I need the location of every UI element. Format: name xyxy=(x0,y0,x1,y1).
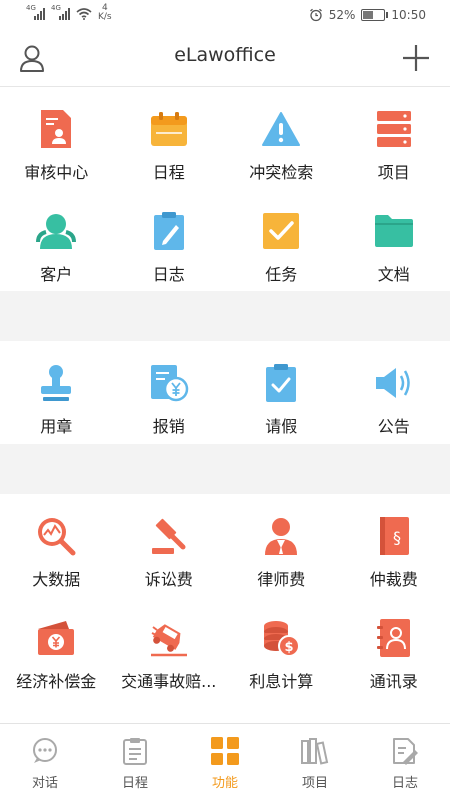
status-bar: 4G 4G 4 K/s 52% 10:50 xyxy=(0,0,450,30)
menu-item-label: 审核中心 xyxy=(24,159,88,183)
speed-unit: K/s xyxy=(98,13,112,22)
log-icon xyxy=(391,737,419,765)
page-title: eLawoffice xyxy=(0,44,450,66)
menu-item-label: 交通事故赔... xyxy=(121,668,216,692)
warning-triangle-icon xyxy=(262,111,300,147)
folder-icon xyxy=(374,214,414,248)
tab-label: 项目 xyxy=(302,772,328,791)
grid-icon xyxy=(210,736,240,766)
stamp-icon xyxy=(38,364,74,402)
bottom-tab-bar: 对话 日程 功能 项目 日志 xyxy=(0,723,450,801)
menu-item-label: 日程 xyxy=(153,159,185,183)
menu-item-label: 诉讼费 xyxy=(145,566,193,590)
books-icon xyxy=(300,737,330,765)
tab-label: 功能 xyxy=(212,772,238,791)
menu-item-documents[interactable]: 文档 xyxy=(338,189,450,291)
wifi-icon xyxy=(76,8,92,20)
menu-item-label: 仲裁费 xyxy=(370,566,418,590)
menu-item-tasks[interactable]: 任务 xyxy=(225,189,338,291)
section-divider xyxy=(0,291,450,341)
menu-item-label: 经济补偿金 xyxy=(16,668,96,692)
battery-percent: 52% xyxy=(329,8,356,22)
calendar-icon xyxy=(150,111,188,147)
gavel-icon xyxy=(149,517,189,555)
lawyer-icon xyxy=(263,516,299,556)
menu-item-label: 项目 xyxy=(378,159,410,183)
network-type-1: 4G xyxy=(26,4,36,12)
schedule-icon xyxy=(122,737,148,765)
menu-item-label: 日志 xyxy=(153,261,185,285)
plus-icon xyxy=(402,44,430,72)
checkbox-icon xyxy=(262,212,300,250)
menu-item-big-data[interactable]: 大数据 xyxy=(0,494,113,596)
address-book-icon xyxy=(376,618,412,658)
money-wallet-icon xyxy=(36,619,76,657)
tools-section: 大数据 诉讼费 律师费 § 仲裁费 xyxy=(0,494,450,723)
svg-text:§: § xyxy=(393,528,401,547)
menu-item-label: 请假 xyxy=(265,413,297,437)
tab-label: 对话 xyxy=(32,772,58,791)
menu-item-interest-calculation[interactable]: $ 利息计算 xyxy=(225,596,338,698)
alarm-icon xyxy=(309,8,323,22)
menu-item-address-book[interactable]: 通讯录 xyxy=(338,596,450,698)
menu-item-reimburse[interactable]: 报销 xyxy=(113,341,226,443)
menu-item-calendar[interactable]: 日程 xyxy=(113,87,226,189)
menu-item-label: 文档 xyxy=(378,261,410,285)
menu-item-label: 任务 xyxy=(265,261,297,285)
law-book-icon: § xyxy=(377,516,411,556)
menu-item-label: 利息计算 xyxy=(249,668,313,692)
battery-icon xyxy=(361,9,385,21)
menu-item-projects[interactable]: 项目 xyxy=(338,87,450,189)
network-type-2: 4G xyxy=(51,4,61,12)
data-search-icon xyxy=(36,516,76,556)
signal-icon: 4G xyxy=(26,8,45,20)
office-functions-section: 用章 报销 请假 公告 xyxy=(0,341,450,444)
menu-item-clients[interactable]: 客户 xyxy=(0,189,113,291)
signal-icon-2: 4G xyxy=(51,8,70,20)
tab-label: 日志 xyxy=(392,772,418,791)
menu-item-traffic-accident[interactable]: 交通事故赔... xyxy=(113,596,226,698)
server-stack-icon xyxy=(375,110,413,148)
app-header: eLawoffice xyxy=(0,30,450,87)
menu-item-economic-compensation[interactable]: 经济补偿金 xyxy=(0,596,113,698)
section-divider xyxy=(0,444,450,494)
menu-item-label: 通讯录 xyxy=(370,668,418,692)
reimburse-yen-icon xyxy=(149,363,189,403)
leave-clipboard-icon xyxy=(264,363,298,403)
menu-item-lawyer-fee[interactable]: 律师费 xyxy=(225,494,338,596)
menu-item-label: 大数据 xyxy=(32,566,80,590)
tab-functions[interactable]: 功能 xyxy=(180,724,270,801)
menu-item-leave[interactable]: 请假 xyxy=(225,341,338,443)
menu-item-label: 用章 xyxy=(40,413,72,437)
coins-icon: $ xyxy=(261,618,301,658)
clock-time: 10:50 xyxy=(391,8,426,22)
menu-item-label: 律师费 xyxy=(257,566,305,590)
tab-log[interactable]: 日志 xyxy=(360,724,450,801)
speaker-icon xyxy=(374,365,414,401)
menu-item-log[interactable]: 日志 xyxy=(113,189,226,291)
menu-item-conflict-search[interactable]: 冲突检索 xyxy=(225,87,338,189)
menu-item-stamp[interactable]: 用章 xyxy=(0,341,113,443)
tab-projects[interactable]: 项目 xyxy=(270,724,360,801)
menu-item-announcement[interactable]: 公告 xyxy=(338,341,450,443)
chat-bubble-icon xyxy=(31,737,59,765)
tab-label: 日程 xyxy=(122,772,148,791)
clipboard-pen-icon xyxy=(152,211,186,251)
tab-chat[interactable]: 对话 xyxy=(0,724,90,801)
review-document-icon xyxy=(38,109,74,149)
menu-item-label: 报销 xyxy=(153,413,185,437)
core-functions-section: 审核中心 日程 冲突检索 xyxy=(0,87,450,291)
svg-text:$: $ xyxy=(285,640,294,655)
menu-item-label: 公告 xyxy=(378,413,410,437)
menu-item-label: 客户 xyxy=(40,261,72,285)
tab-schedule[interactable]: 日程 xyxy=(90,724,180,801)
menu-item-litigation-fee[interactable]: 诉讼费 xyxy=(113,494,226,596)
clients-icon xyxy=(36,212,76,250)
car-accident-icon xyxy=(149,619,189,657)
network-speed: 4 K/s xyxy=(98,4,112,22)
menu-item-arbitration-fee[interactable]: § 仲裁费 xyxy=(338,494,450,596)
menu-item-label: 冲突检索 xyxy=(249,159,313,183)
add-button[interactable] xyxy=(398,40,434,76)
menu-item-review-center[interactable]: 审核中心 xyxy=(0,87,113,189)
